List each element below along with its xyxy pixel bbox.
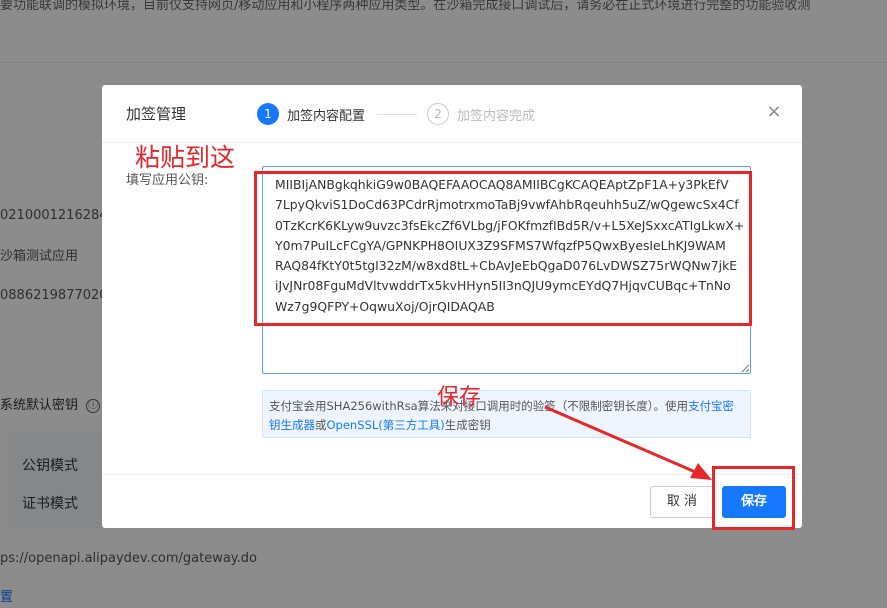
- cancel-button[interactable]: 取 消: [650, 486, 714, 518]
- paste-area-highlight: [254, 171, 752, 326]
- tip-text-2: 或: [315, 418, 327, 432]
- signing-tip: 支付宝会用SHA256withRsa算法来对接口调用时的验签（不限制密钥长度）。…: [262, 390, 751, 438]
- modal-title: 加签管理: [126, 105, 187, 123]
- paste-here-annotation: 粘贴到这: [135, 143, 236, 172]
- tip-text-3: 生成密钥: [444, 418, 491, 432]
- resize-grip-icon[interactable]: [741, 364, 750, 373]
- save-annotation: 保存: [437, 385, 482, 410]
- step-1-label: 加签内容配置: [287, 108, 366, 124]
- footer-divider: [102, 474, 802, 475]
- steps-indicator: 1 加签内容配置 2 加签内容完成: [257, 102, 535, 126]
- step-connector: [377, 113, 418, 115]
- step-2-label: 加签内容完成: [457, 108, 536, 124]
- step-2-number: 2: [427, 103, 450, 125]
- close-icon[interactable]: ×: [766, 102, 782, 122]
- openssl-link[interactable]: OpenSSL(第三方工具): [327, 418, 445, 432]
- step-1-number: 1: [257, 103, 279, 125]
- save-button-highlight: [712, 466, 795, 530]
